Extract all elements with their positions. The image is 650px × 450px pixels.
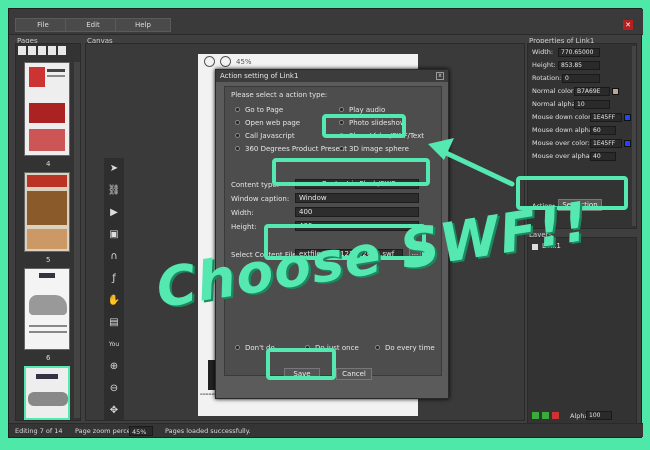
radio-call-javascript[interactable] bbox=[235, 133, 240, 138]
highlight-swf-option bbox=[322, 114, 406, 138]
page-thumbnail-5[interactable] bbox=[24, 172, 70, 252]
option-label: Go to Page bbox=[245, 106, 284, 114]
width-label: Width: bbox=[231, 209, 254, 217]
zoom-level: 45% bbox=[236, 58, 252, 66]
radio-play-audio[interactable] bbox=[339, 107, 344, 112]
dialog-title: Action setting of Link1 bbox=[216, 70, 448, 82]
menu-edit[interactable]: Edit bbox=[65, 18, 121, 32]
prop-width-field[interactable]: 770.65000 bbox=[558, 48, 600, 57]
pan-icon[interactable]: ✥ bbox=[107, 404, 121, 418]
close-icon[interactable]: x bbox=[436, 72, 444, 80]
page-number: 5 bbox=[46, 256, 51, 264]
pages-panel: 4 5 6 bbox=[15, 43, 81, 421]
properties-scrollbar[interactable] bbox=[632, 46, 636, 226]
mouse-over-color-swatch[interactable] bbox=[624, 140, 631, 147]
page-thumbnail-6[interactable] bbox=[24, 268, 70, 350]
zoom-out-canvas-icon[interactable] bbox=[204, 56, 215, 67]
prop-label: Normal alpha: bbox=[532, 100, 578, 108]
highlight-content-type bbox=[272, 158, 430, 186]
status-message: Pages loaded successfully. bbox=[165, 427, 251, 435]
new-page-icon[interactable] bbox=[18, 46, 26, 55]
window-caption-field[interactable]: Window bbox=[295, 193, 419, 203]
radio-open-web-page[interactable] bbox=[235, 120, 240, 125]
video-camera-icon[interactable]: ▶ bbox=[107, 206, 121, 220]
layer-up-icon[interactable] bbox=[532, 412, 539, 419]
mouse-down-color-swatch[interactable] bbox=[624, 114, 631, 121]
prop-mouse-down-color-field[interactable]: 1E45FF bbox=[590, 113, 622, 122]
prop-mouse-down-alpha-field[interactable]: 60 bbox=[590, 126, 616, 135]
option-label: Do every time bbox=[385, 344, 435, 352]
arrow-pointer-icon[interactable]: ➤ bbox=[107, 162, 121, 176]
prop-normal-alpha-field[interactable]: 10 bbox=[574, 100, 610, 109]
page-number: 4 bbox=[46, 160, 51, 168]
radio-go-to-page[interactable] bbox=[235, 107, 240, 112]
status-bar: Editing 7 of 14 Page zoom percent: 45% P… bbox=[9, 423, 643, 437]
page-settings-icon[interactable] bbox=[58, 46, 66, 55]
prop-label: Normal color: bbox=[532, 87, 576, 95]
zoom-percent-field[interactable]: 45% bbox=[129, 426, 153, 436]
window-caption-label: Window caption: bbox=[231, 195, 290, 203]
zoom-in-icon[interactable]: ⊕ bbox=[107, 360, 121, 374]
link-icon[interactable]: ⛓ bbox=[107, 184, 121, 198]
page-thumbnail-4[interactable] bbox=[24, 62, 70, 156]
delete-page-icon[interactable] bbox=[48, 46, 56, 55]
radio-do-every-time[interactable] bbox=[375, 345, 380, 350]
radio-dont-do[interactable] bbox=[235, 345, 240, 350]
page-number: 6 bbox=[46, 354, 51, 362]
layers-panel: Link1 Alpha: 100 bbox=[527, 237, 637, 425]
option-label: Call Javascript bbox=[245, 132, 295, 140]
youtube-icon[interactable]: You bbox=[107, 338, 121, 352]
menu-file[interactable]: File bbox=[15, 18, 71, 32]
prop-label: Mouse over alpha: bbox=[532, 152, 592, 160]
radio-3d-image-sphere[interactable] bbox=[339, 146, 344, 151]
layer-down-icon[interactable] bbox=[542, 412, 549, 419]
prop-height-field[interactable]: 853.85 bbox=[558, 61, 600, 70]
option-label: Open web page bbox=[245, 119, 301, 127]
layer-delete-icon[interactable] bbox=[552, 412, 559, 419]
width-field[interactable]: 400 bbox=[295, 207, 419, 217]
zoom-in-canvas-icon[interactable] bbox=[220, 56, 231, 67]
picture-icon[interactable]: ▤ bbox=[107, 316, 121, 330]
drawing-toolbar: ➤ ⛓ ▶ ▣ ∩ ƒ ✋ ▤ You ⊕ ⊖ ✥ bbox=[104, 158, 124, 420]
normal-color-swatch[interactable] bbox=[612, 88, 619, 95]
pages-scrollbar[interactable] bbox=[74, 62, 80, 418]
option-label: 360 Degrees Product Present bbox=[245, 145, 348, 153]
copy-page-icon[interactable] bbox=[28, 46, 36, 55]
zoom-out-icon[interactable]: ⊖ bbox=[107, 382, 121, 396]
paste-page-icon[interactable] bbox=[38, 46, 46, 55]
prop-mouse-over-alpha-field[interactable]: 40 bbox=[590, 152, 616, 161]
menu-bar: File Edit Help ✕ bbox=[9, 9, 643, 35]
prop-label: Mouse over color: bbox=[532, 139, 590, 147]
headphones-icon[interactable]: ∩ bbox=[107, 250, 121, 264]
pages-toolbar bbox=[18, 46, 78, 56]
prop-rotation-field[interactable]: 0 bbox=[562, 74, 600, 83]
prop-label: Height: bbox=[532, 61, 556, 69]
hand-icon[interactable]: ✋ bbox=[107, 294, 121, 308]
prop-label: Mouse down alpha: bbox=[532, 126, 595, 134]
prop-label: Width: bbox=[532, 48, 554, 56]
prop-normal-color-field[interactable]: B7A69E bbox=[574, 87, 610, 96]
menu-help[interactable]: Help bbox=[115, 18, 171, 32]
option-label: Play audio bbox=[349, 106, 386, 114]
prop-label: Rotation: bbox=[532, 74, 562, 82]
prop-mouse-over-color-field[interactable]: 1E45FF bbox=[590, 139, 622, 148]
radio-360-product[interactable] bbox=[235, 146, 240, 151]
option-label: 3D image sphere bbox=[349, 145, 409, 153]
cancel-button[interactable]: Cancel bbox=[336, 368, 372, 380]
prop-label: Mouse down color: bbox=[532, 113, 593, 121]
page-thumbnail-7[interactable] bbox=[24, 366, 70, 420]
action-type-prompt: Please select a action type: bbox=[231, 91, 328, 99]
highlight-save bbox=[266, 348, 336, 380]
layer-alpha-field[interactable]: 100 bbox=[586, 411, 612, 420]
editing-status: Editing 7 of 14 bbox=[15, 427, 63, 435]
image-icon[interactable]: ▣ bbox=[107, 228, 121, 242]
close-icon[interactable]: ✕ bbox=[623, 20, 633, 30]
height-label: Height: bbox=[231, 223, 257, 231]
flash-icon[interactable]: ƒ bbox=[107, 272, 121, 286]
